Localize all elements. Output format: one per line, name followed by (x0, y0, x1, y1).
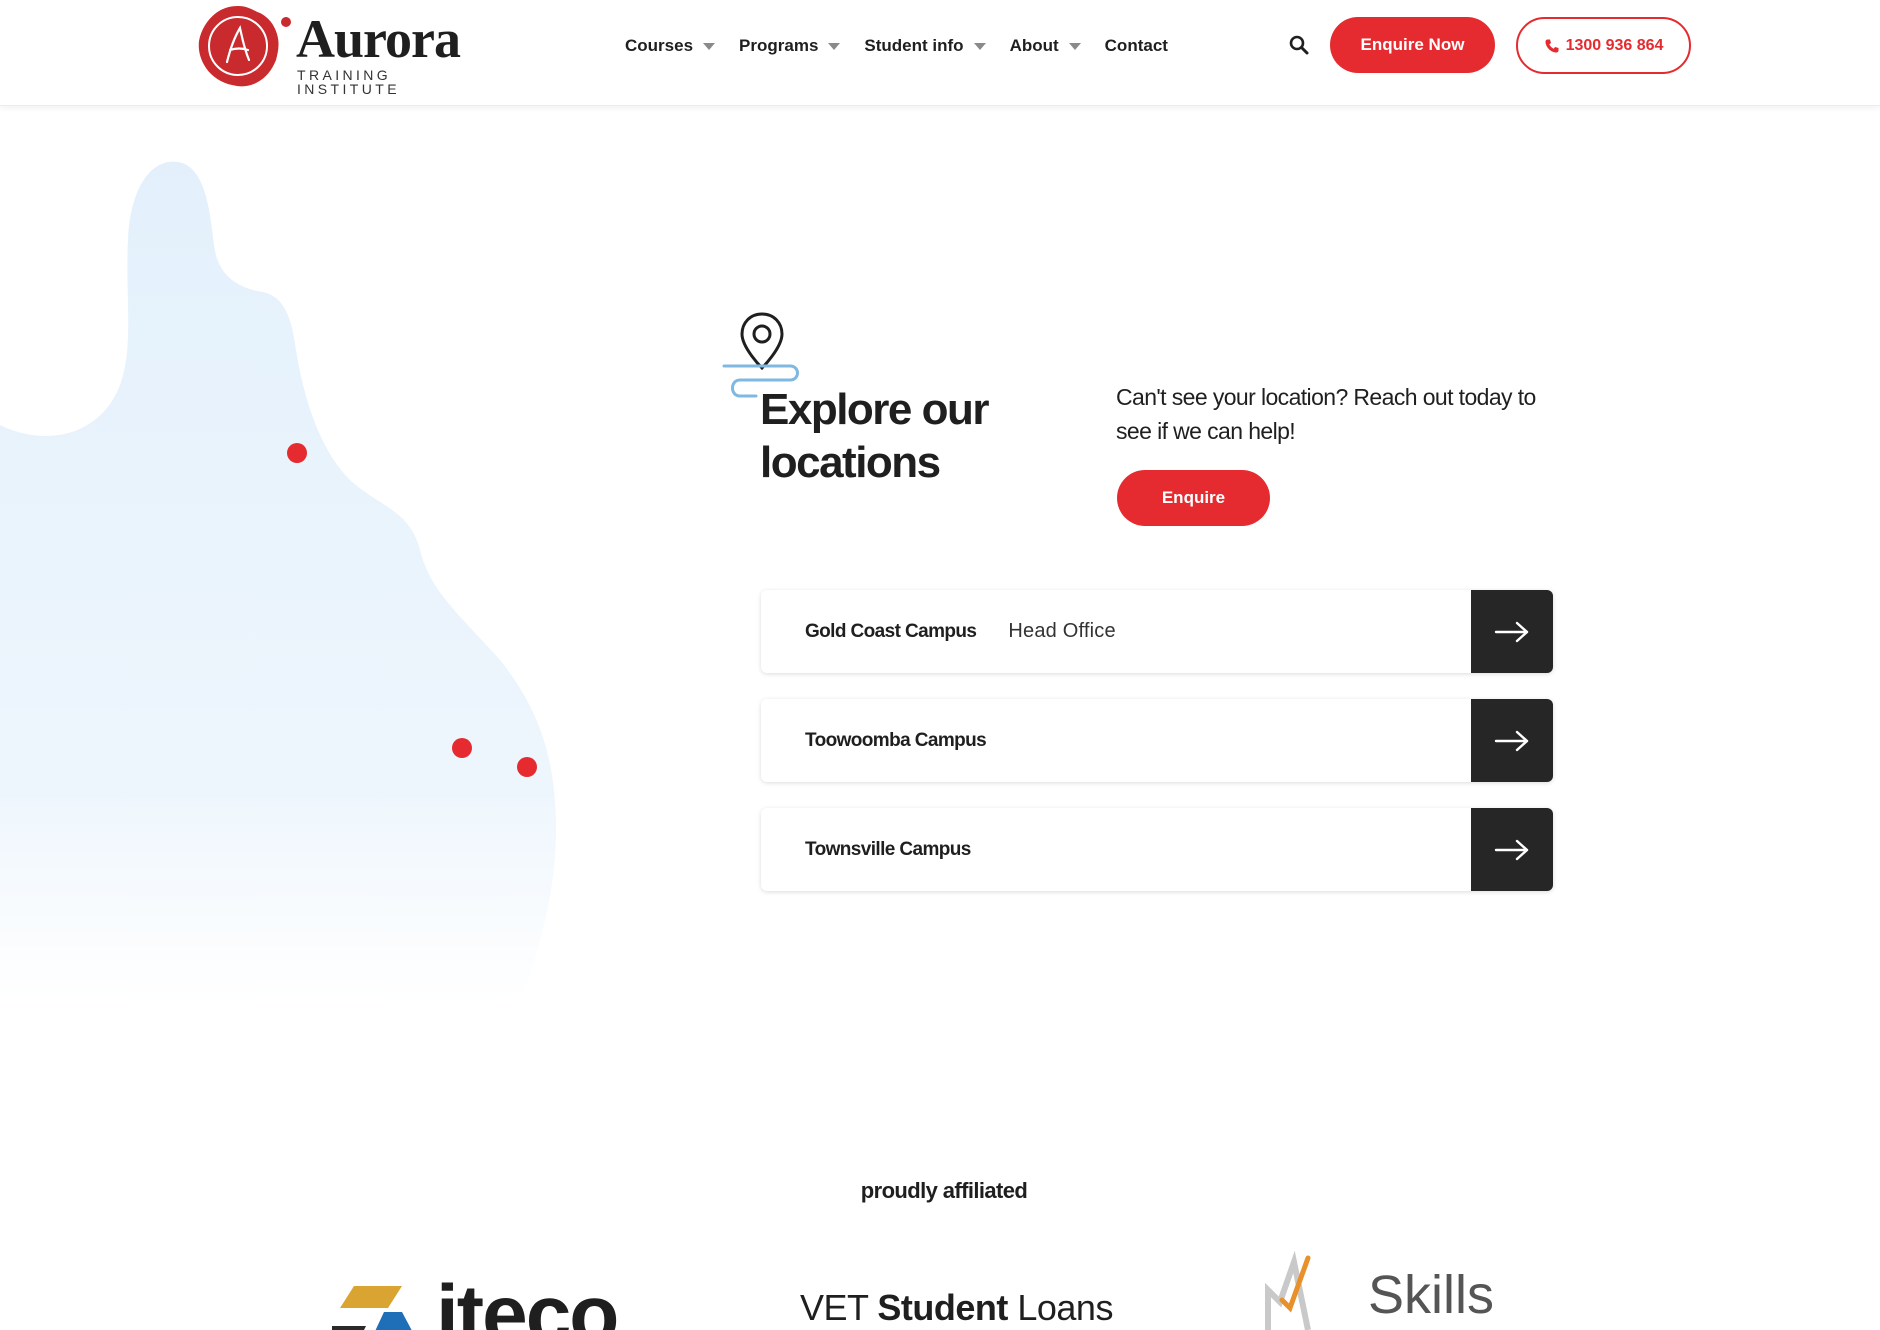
nav-item-programs[interactable]: Programs (739, 34, 841, 58)
loans-word: Loans (1007, 1287, 1113, 1328)
location-marker (452, 738, 472, 758)
arrow-right-icon (1494, 730, 1529, 751)
campus-name: Gold Coast Campus (805, 620, 977, 642)
vet-word: VET (800, 1287, 878, 1328)
nav-item-about[interactable]: About (1010, 34, 1081, 58)
nav-item-label: Programs (739, 36, 819, 55)
queensland-map-illustration (0, 161, 556, 1000)
arrow-right-icon (1494, 621, 1529, 642)
campus-arrow-button[interactable] (1471, 808, 1553, 891)
caret-down-icon (1068, 42, 1081, 50)
skills-logo[interactable]: Skills (1264, 1250, 1564, 1330)
wax-seal-icon (198, 6, 279, 87)
iteco-mark-icon (332, 1286, 412, 1330)
student-word: Student (877, 1287, 1008, 1328)
nav-item-label: Student info (864, 36, 964, 55)
enquire-now-button[interactable]: Enquire Now (1330, 17, 1495, 73)
phone-icon (1545, 39, 1559, 52)
campus-list: Gold Coast Campus Head Office Toowoomba … (761, 590, 1553, 917)
brand-name: Aurora (296, 9, 461, 69)
phone-number: 1300 936 864 (1565, 36, 1664, 54)
campus-card-toowoomba[interactable]: Toowoomba Campus (761, 699, 1553, 782)
vet-student-loans-logo[interactable]: VET Student Loans (800, 1290, 1113, 1326)
campus-card-townsville[interactable]: Townsville Campus (761, 808, 1553, 891)
seal-drop-icon (281, 17, 291, 27)
section-title: Explore our locations (760, 385, 990, 487)
iteco-logo[interactable]: iteco (332, 1276, 632, 1330)
nav-item-courses[interactable]: Courses (625, 34, 716, 58)
skills-wordmark: Skills (1368, 1265, 1495, 1325)
nav-item-label: About (1009, 36, 1059, 55)
location-marker (287, 443, 307, 463)
campus-name: Toowoomba Campus (805, 729, 987, 751)
nav-item-label: Courses (625, 36, 694, 55)
iteco-wordmark: iteco (436, 1276, 619, 1330)
location-marker (517, 757, 537, 777)
campus-arrow-button[interactable] (1471, 590, 1553, 673)
caret-down-icon (703, 42, 716, 50)
phone-button[interactable]: 1300 936 864 (1516, 17, 1691, 74)
enquire-button[interactable]: Enquire (1117, 470, 1270, 526)
locations-intro: Can't see your location? Reach out today… (1116, 384, 1536, 444)
affiliated-title: proudly affiliated (860, 1178, 1028, 1203)
skills-mark-icon (1265, 1250, 1311, 1330)
nav-item-contact[interactable]: Contact (1105, 34, 1168, 58)
brand-tagline: TRAINING INSTITUTE (297, 67, 400, 97)
caret-down-icon (973, 42, 986, 50)
arrow-right-icon (1494, 839, 1529, 860)
campus-arrow-button[interactable] (1471, 699, 1553, 782)
nav-item-student-info[interactable]: Student info (864, 34, 986, 58)
main-nav: Courses Programs Student info About Cont… (625, 34, 1168, 58)
campus-tag: Head Office (1008, 620, 1116, 642)
site-header: Aurora TRAINING INSTITUTE Courses Progra… (0, 0, 1880, 106)
aurora-logo[interactable]: Aurora TRAINING INSTITUTE (196, 4, 496, 96)
campus-card-gold-coast[interactable]: Gold Coast Campus Head Office (761, 590, 1553, 673)
campus-name: Townsville Campus (805, 838, 971, 860)
nav-item-label: Contact (1104, 36, 1168, 55)
search-icon[interactable] (1288, 34, 1310, 56)
caret-down-icon (828, 42, 841, 50)
